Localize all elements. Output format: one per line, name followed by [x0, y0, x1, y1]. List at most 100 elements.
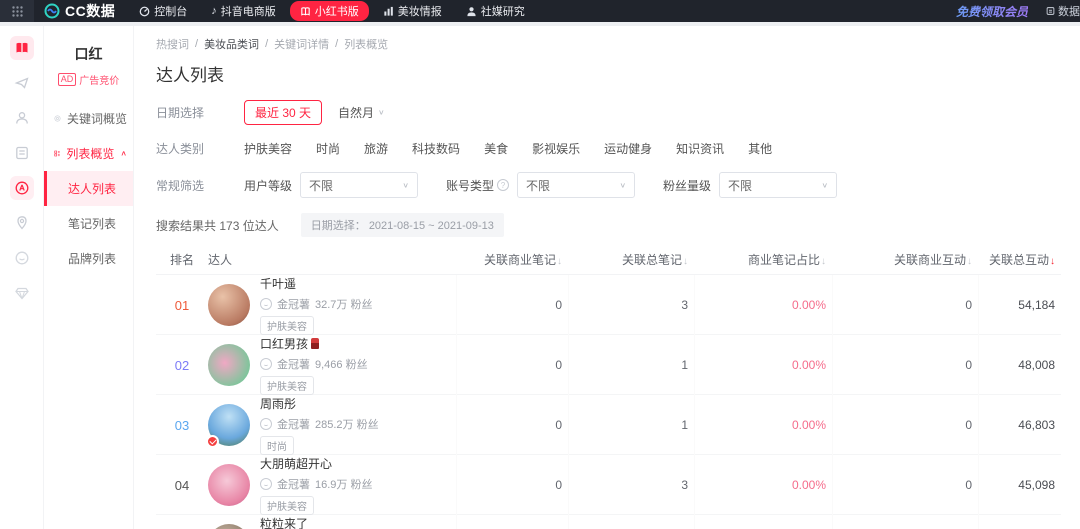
talent-level-line: 金冠薯 16.9万 粉丝 — [260, 476, 372, 492]
sidebar: 口红 AD 广告竞价 关键词概览 列表概览 ∧ 达人列表 笔记列表 品牌列表 — [44, 26, 134, 529]
rail-red-book-icon[interactable] — [10, 36, 34, 60]
breadcrumb-item[interactable]: 列表概览 — [344, 36, 388, 52]
sidebar-item-list-overview[interactable]: 列表概览 ∧ — [44, 136, 133, 171]
biz-ratio-value: 0.00% — [694, 335, 832, 395]
category-option[interactable]: 影视娱乐 — [532, 140, 580, 157]
breadcrumb-item[interactable]: 关键词详情 — [274, 36, 329, 52]
brand-logo[interactable]: CC数据 — [34, 1, 129, 21]
keyword-title: 口红 — [44, 44, 133, 64]
general-filter-label: 常规筛选 — [156, 177, 244, 194]
rank-badge: 03 — [156, 418, 208, 433]
category-option[interactable]: 知识资讯 — [676, 140, 724, 157]
topbar-right: 免费领取会员 数据 — [956, 3, 1080, 20]
biz-ratio-value: 0.00% — [694, 275, 832, 335]
talent-name[interactable]: 口红男孩 — [260, 335, 368, 352]
col-total-notes-sort[interactable]: 关联总笔记↓ — [568, 251, 694, 268]
nav-douyin-ecommerce[interactable]: ♪ 抖音电商版 — [201, 1, 286, 21]
sidebar-item-brand-list[interactable]: 品牌列表 — [44, 241, 133, 276]
avatar[interactable] — [208, 404, 250, 446]
nav-console[interactable]: 控制台 — [129, 1, 197, 21]
table-row[interactable]: 04 大朋萌超开心 金冠薯 16.9万 粉丝 护肤美容 — [156, 455, 1061, 515]
account-type-select[interactable]: 不限 ∨ — [517, 172, 635, 198]
results-count-text: 搜索结果共 173 位达人 — [156, 217, 279, 234]
total-notes-value: 1 — [568, 335, 694, 395]
col-biz-interact-sort[interactable]: 关联商业互动↓ — [832, 251, 978, 268]
fans-level-select[interactable]: 不限 ∨ — [719, 172, 837, 198]
rail-comment-icon[interactable] — [10, 246, 34, 270]
total-notes-value: 3 — [568, 455, 694, 515]
avatar[interactable] — [208, 524, 250, 529]
col-label: 关联商业笔记 — [484, 253, 556, 267]
level-text: 金冠薯 — [277, 476, 310, 492]
col-biz-notes-sort[interactable]: 关联商业笔记↓ — [456, 251, 568, 268]
talent-name[interactable]: 粒粒来了 — [260, 515, 368, 529]
fans-count: 16.9万 粉丝 — [315, 476, 372, 492]
nav-social-research[interactable]: 社媒研究 — [456, 1, 535, 21]
sort-down-icon: ↓ — [557, 256, 562, 267]
talent-name[interactable]: 千叶遥 — [260, 275, 372, 292]
category-option[interactable]: 其他 — [748, 140, 772, 157]
level-text: 金冠薯 — [277, 356, 310, 372]
free-vip-link[interactable]: 免费领取会员 — [956, 3, 1028, 20]
category-option[interactable]: 运动健身 — [604, 140, 652, 157]
sort-down-icon: ↓ — [821, 256, 826, 267]
date-filter-label: 日期选择 — [156, 104, 244, 121]
clipped-right-item[interactable]: 数据 — [1046, 3, 1080, 19]
rail-share-icon[interactable] — [10, 71, 34, 95]
sort-down-active-icon: ↓ — [1050, 256, 1055, 267]
app-window: CC数据 控制台 ♪ 抖音电商版 小红书版 美妆情报 社媒研究 — [0, 0, 1080, 529]
user-level-select[interactable]: 不限 ∨ — [300, 172, 418, 198]
natural-month-label: 自然月 — [338, 104, 374, 121]
sidebar-item-talent-list[interactable]: 达人列表 — [44, 171, 133, 206]
rail-search-talent-icon[interactable] — [10, 176, 34, 200]
ad-bidding-link[interactable]: AD 广告竞价 — [44, 72, 133, 87]
apps-grid-icon[interactable] — [0, 0, 34, 22]
col-biz-ratio-sort[interactable]: 商业笔记占比↓ — [694, 251, 832, 268]
nav-xiaohongshu[interactable]: 小红书版 — [290, 1, 369, 21]
total-notes-value: 3 — [568, 275, 694, 335]
avatar[interactable] — [208, 284, 250, 326]
date-range-chip: 日期选择： 2021-08-15 ~ 2021-09-13 — [301, 213, 504, 237]
talent-name[interactable]: 周雨彤 — [260, 395, 379, 412]
category-option[interactable]: 旅游 — [364, 140, 388, 157]
fans-count: 9,466 粉丝 — [315, 356, 368, 372]
sidebar-item-note-list[interactable]: 笔记列表 — [44, 206, 133, 241]
info-icon[interactable]: ? — [497, 179, 509, 191]
select-value: 不限 — [728, 177, 752, 194]
category-option[interactable]: 时尚 — [316, 140, 340, 157]
rail-location-icon[interactable] — [10, 211, 34, 235]
col-label: 关联总笔记 — [622, 253, 682, 267]
category-option[interactable]: 科技数码 — [412, 140, 460, 157]
col-total-interact-sort[interactable]: 关联总互动↓ — [978, 251, 1061, 268]
table-row[interactable]: 01 千叶遥 金冠薯 32.7万 粉丝 护肤美容 — [156, 275, 1061, 335]
rail-user-icon[interactable] — [10, 106, 34, 130]
talent-level-line: 金冠薯 32.7万 粉丝 — [260, 296, 372, 312]
breadcrumb-item[interactable]: 美妆品类词 — [204, 36, 259, 52]
select-value: 不限 — [526, 177, 550, 194]
avatar[interactable] — [208, 344, 250, 386]
table-row[interactable]: 05 粒粒来了 奶瓶薯 8,219 粉丝 其他 — [156, 515, 1061, 529]
rail-gem-icon[interactable] — [10, 281, 34, 305]
sidebar-item-keyword-overview[interactable]: 关键词概览 — [44, 101, 133, 136]
avatar[interactable] — [208, 464, 250, 506]
category-tag: 护肤美容 — [260, 316, 314, 335]
music-note-icon: ♪ — [211, 5, 217, 17]
nav-beauty-intel[interactable]: 美妆情报 — [373, 1, 452, 21]
grid-dots-icon — [12, 6, 23, 17]
category-filter-row: 达人类别 护肤美容 时尚 旅游 科技数码 美食 影视娱乐 运动健身 知识资讯 其… — [156, 140, 1080, 157]
table-header: 排名 达人 关联商业笔记↓ 关联总笔记↓ 商业笔记占比↓ 关联商业互动↓ 关联总… — [156, 245, 1061, 275]
table-row[interactable]: 03 周雨彤 金冠薯 285.2万 粉丝 时尚 — [156, 395, 1061, 455]
sidebar-item-label: 列表概览 — [66, 145, 114, 162]
col-label: 关联总互动 — [989, 253, 1049, 267]
rail-document-icon[interactable] — [10, 141, 34, 165]
sort-down-icon: ↓ — [683, 256, 688, 267]
last-30-days-button[interactable]: 最近 30 天 — [244, 100, 322, 125]
icon-rail — [0, 26, 44, 529]
category-option[interactable]: 美食 — [484, 140, 508, 157]
natural-month-dropdown[interactable]: 自然月 ∨ — [338, 104, 385, 121]
breadcrumb-item[interactable]: 热搜词 — [156, 36, 189, 52]
person-icon — [466, 6, 477, 17]
talent-name[interactable]: 大朋萌超开心 — [260, 455, 372, 472]
table-row[interactable]: 02 口红男孩 金冠薯 9,466 粉丝 护肤美容 — [156, 335, 1061, 395]
category-option[interactable]: 护肤美容 — [244, 140, 292, 157]
